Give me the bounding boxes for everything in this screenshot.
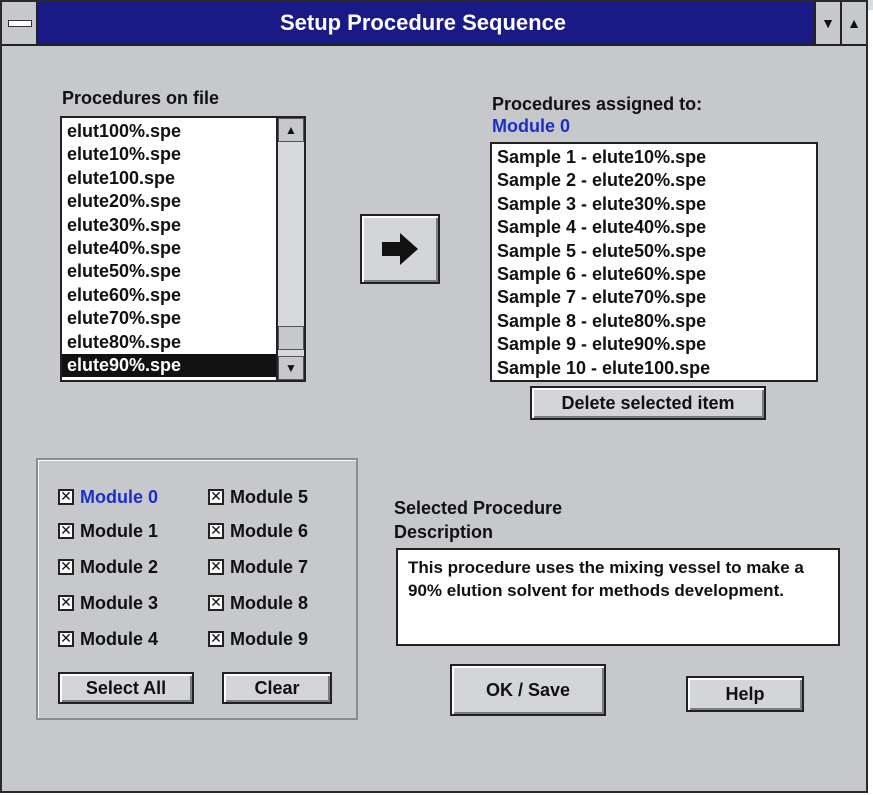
checkbox-x-icon[interactable]: ✕ <box>208 595 224 612</box>
assigned-procedure-item[interactable]: Sample 8 - elute80%.spe <box>492 310 816 333</box>
help-button[interactable]: Help <box>686 676 804 712</box>
procedure-list-item[interactable]: elute30%.spe <box>62 214 276 237</box>
right-arrow-icon <box>382 233 418 265</box>
module-label: Module 4 <box>80 628 159 649</box>
assign-procedure-button[interactable] <box>360 214 440 284</box>
module-checkbox-3[interactable]: ✕ Module 3 <box>58 592 158 614</box>
module-label: Module 2 <box>80 556 159 577</box>
procedures-assigned-list[interactable]: Sample 1 - elute10%.spe Sample 2 - elute2… <box>490 142 818 382</box>
assigned-procedure-item[interactable]: Sample 7 - elute70%.spe <box>492 286 816 309</box>
procedure-description-box: This procedure uses the mixing vessel to… <box>396 548 840 646</box>
checkbox-x-icon[interactable]: ✕ <box>208 489 224 506</box>
procedure-list-item[interactable]: elute80%.spe <box>62 331 276 354</box>
module-checkbox-5[interactable]: ✕ Module 5 <box>208 486 308 508</box>
procedures-assigned-label: Procedures assigned to: <box>492 94 703 114</box>
list-scrollbar[interactable]: ▲ ▼ <box>276 118 304 380</box>
procedures-on-file-items: elut100%.spe elute10%.spe elute100.spe elut… <box>62 120 276 378</box>
clear-button[interactable]: Clear <box>222 672 332 704</box>
module-checkbox-0[interactable]: ✕ Module 0 <box>58 486 158 508</box>
module-label: Module 5 <box>230 486 309 507</box>
procedure-list-item[interactable]: elute90%.spe <box>62 353 276 378</box>
scroll-thumb[interactable] <box>278 326 304 350</box>
procedure-list-item[interactable]: elute60%.spe <box>62 284 276 307</box>
checkbox-x-icon[interactable]: ✕ <box>58 631 74 648</box>
procedure-list-item[interactable]: elute10%.spe <box>62 143 276 166</box>
minimize-button[interactable]: ▼ <box>814 2 840 44</box>
assigned-procedure-item[interactable]: Sample 6 - elute60%.spe <box>492 263 816 286</box>
assigned-procedure-item[interactable]: Sample 1 - elute10%.spe <box>492 146 816 169</box>
assigned-procedure-item[interactable]: Sample 5 - elute50%.spe <box>492 240 816 263</box>
assigned-procedure-item[interactable]: Sample 10 - elute100.spe <box>492 357 816 380</box>
checkbox-x-icon[interactable]: ✕ <box>208 631 224 648</box>
scroll-down-icon: ▼ <box>285 361 297 375</box>
checkbox-x-icon[interactable]: ✕ <box>208 559 224 576</box>
module-checkbox-4[interactable]: ✕ Module 4 <box>58 628 158 650</box>
procedures-on-file-list[interactable]: elut100%.spe elute10%.spe elute100.spe elut… <box>60 116 306 382</box>
procedures-on-file-label: Procedures on file <box>62 88 220 108</box>
checkbox-x-icon[interactable]: ✕ <box>58 595 74 612</box>
module-label: Module 1 <box>80 520 159 541</box>
system-menu-icon <box>8 20 32 27</box>
procedure-list-item[interactable]: elute20%.spe <box>62 190 276 213</box>
procedure-list-item[interactable]: elute50%.spe <box>62 260 276 283</box>
assigned-procedure-item[interactable]: Sample 9 - elute90%.spe <box>492 333 816 356</box>
procedure-list-item[interactable]: elute40%.spe <box>62 237 276 260</box>
procedure-list-item[interactable]: elute70%.spe <box>62 307 276 330</box>
window-title: Setup Procedure Sequence <box>279 10 567 35</box>
module-label: Module 6 <box>230 520 309 541</box>
module-checkbox-9[interactable]: ✕ Module 9 <box>208 628 308 650</box>
maximize-button[interactable]: ▲ <box>840 2 866 44</box>
scroll-up-icon: ▲ <box>285 123 297 137</box>
procedure-list-item[interactable]: elut100%.spe <box>62 120 276 143</box>
module-label: Module 3 <box>80 592 159 613</box>
dialog-window: Setup Procedure Sequence ▼ ▲ Procedures … <box>0 0 868 793</box>
select-all-button[interactable]: Select All <box>58 672 194 704</box>
module-label: Module 9 <box>230 628 309 649</box>
assigned-procedure-item[interactable]: Sample 2 - elute20%.spe <box>492 169 816 192</box>
checkbox-x-icon[interactable]: ✕ <box>58 489 74 506</box>
module-checkbox-8[interactable]: ✕ Module 8 <box>208 592 308 614</box>
procedure-list-item[interactable]: elute100.spe <box>62 167 276 190</box>
system-menu-button[interactable] <box>2 2 38 44</box>
scroll-up-button[interactable]: ▲ <box>278 118 304 142</box>
module-checkbox-1[interactable]: ✕ Module 1 <box>58 520 158 542</box>
triangle-up-icon: ▲ <box>847 15 861 31</box>
description-label: Description <box>394 522 494 542</box>
module-checkbox-7[interactable]: ✕ Module 7 <box>208 556 308 578</box>
assigned-procedure-item[interactable]: Sample 3 - elute30%.spe <box>492 193 816 216</box>
title-bar: Setup Procedure Sequence ▼ ▲ <box>2 2 866 46</box>
checkbox-x-icon[interactable]: ✕ <box>208 523 224 540</box>
assigned-module-name: Module 0 <box>492 116 571 136</box>
module-checkbox-2[interactable]: ✕ Module 2 <box>58 556 158 578</box>
selected-procedure-label: Selected Procedure <box>394 498 563 518</box>
module-label: Module 0 <box>80 486 159 507</box>
checkbox-x-icon[interactable]: ✕ <box>58 559 74 576</box>
scroll-down-button[interactable]: ▼ <box>278 356 304 380</box>
procedures-assigned-items: Sample 1 - elute10%.spe Sample 2 - elute2… <box>492 146 816 380</box>
triangle-down-icon: ▼ <box>821 15 835 31</box>
ok-save-button[interactable]: OK / Save <box>450 664 606 716</box>
module-label: Module 8 <box>230 592 309 613</box>
checkbox-x-icon[interactable]: ✕ <box>58 523 74 540</box>
module-checkbox-6[interactable]: ✕ Module 6 <box>208 520 308 542</box>
delete-selected-item-button[interactable]: Delete selected item <box>530 386 766 420</box>
assigned-procedure-item[interactable]: Sample 4 - elute40%.spe <box>492 216 816 239</box>
module-label: Module 7 <box>230 556 309 577</box>
